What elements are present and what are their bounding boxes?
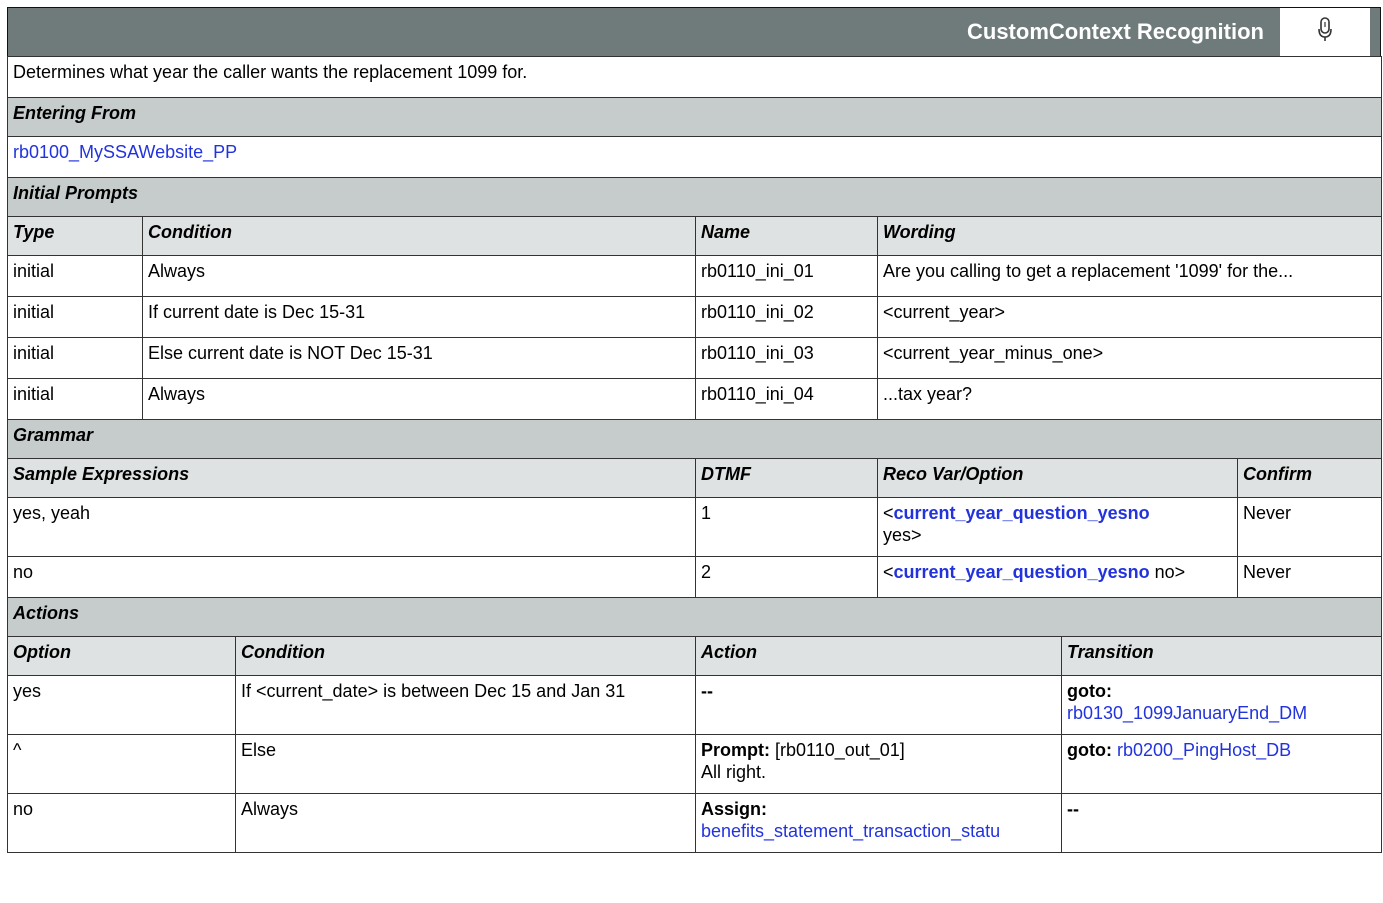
- reco-var-open: <: [883, 562, 894, 582]
- prompt-condition: Always: [142, 255, 696, 297]
- spec-page: CustomContext Recognition Determines wha…: [0, 0, 1383, 903]
- col-header-name: Name: [695, 216, 878, 256]
- spec-table: Determines what year the caller wants th…: [6, 56, 1383, 853]
- action-row: ^ Else Prompt: [rb0110_out_01] All right.…: [7, 734, 1383, 794]
- col-header-type: Type: [7, 216, 143, 256]
- action-text-2: All right.: [701, 762, 767, 782]
- prompt-type: initial: [7, 378, 143, 420]
- col-header-confirm: Confirm: [1236, 458, 1383, 498]
- prompt-condition: Always: [142, 378, 696, 420]
- section-entering-from: Entering From: [6, 97, 1383, 137]
- grammar-dtmf: 1: [695, 497, 878, 557]
- transition-label: goto:: [1067, 681, 1112, 701]
- prompt-wording: ...tax year?: [876, 378, 1383, 420]
- icon-box: [1280, 8, 1370, 56]
- grammar-row: no 2 <current_year_question_yesno no> Ne…: [7, 556, 1383, 598]
- grammar-expression: yes, yeah: [7, 497, 696, 557]
- action-condition: Always: [235, 793, 696, 853]
- grammar-expression: no: [7, 556, 696, 598]
- col-header-reco-var: Reco Var/Option: [877, 458, 1238, 498]
- prompt-type: initial: [7, 255, 143, 297]
- grammar-reco-var: <current_year_question_yesno yes>: [877, 497, 1238, 557]
- reco-var-open: <: [883, 503, 894, 523]
- page-title: CustomContext Recognition: [967, 19, 1264, 44]
- col-header-dtmf: DTMF: [695, 458, 878, 498]
- action-option: no: [7, 793, 236, 853]
- prompt-name: rb0110_ini_03: [695, 337, 878, 379]
- prompt-condition: If current date is Dec 15-31: [142, 296, 696, 338]
- action-label: Assign:: [701, 799, 768, 819]
- transition-cell: goto: rb0200_PingHost_DB: [1060, 734, 1383, 794]
- action-condition: If <current_date> is between Dec 15 and …: [235, 675, 696, 735]
- col-header-condition: Condition: [142, 216, 696, 256]
- action-cell: Assign: benefits_statement_transaction_st…: [695, 793, 1062, 853]
- action-row: yes If <current_date> is between Dec 15 …: [7, 675, 1383, 735]
- prompt-type: initial: [7, 337, 143, 379]
- prompt-condition: Else current date is NOT Dec 15-31: [142, 337, 696, 379]
- grammar-row: yes, yeah 1 <current_year_question_yesno…: [7, 497, 1383, 557]
- prompt-row: initial Always rb0110_ini_01 Are you cal…: [7, 255, 1383, 297]
- microphone-icon: [1317, 16, 1333, 48]
- grammar-confirm: Never: [1236, 556, 1383, 598]
- reco-var-link[interactable]: current_year_question_yesno: [894, 562, 1150, 582]
- prompt-wording: <current_year>: [876, 296, 1383, 338]
- col-header-transition: Transition: [1060, 636, 1383, 676]
- transition-cell: goto: rb0130_1099JanuaryEnd_DM: [1060, 675, 1383, 735]
- action-cell: --: [695, 675, 1062, 735]
- col-header-action: Action: [695, 636, 1062, 676]
- transition-label: goto:: [1067, 740, 1112, 760]
- section-initial-prompts: Initial Prompts: [6, 177, 1383, 217]
- grammar-dtmf: 2: [695, 556, 878, 598]
- transition-cell: --: [1060, 793, 1383, 853]
- reco-var-value: no>: [1154, 562, 1186, 582]
- transition-link[interactable]: rb0200_PingHost_DB: [1117, 740, 1291, 760]
- section-actions: Actions: [6, 597, 1383, 637]
- prompt-name: rb0110_ini_02: [695, 296, 878, 338]
- prompt-row: initial Else current date is NOT Dec 15-…: [7, 337, 1383, 379]
- prompt-row: initial If current date is Dec 15-31 rb0…: [7, 296, 1383, 338]
- action-label: Prompt:: [701, 740, 770, 760]
- action-cell: Prompt: [rb0110_out_01] All right.: [695, 734, 1062, 794]
- prompt-name: rb0110_ini_04: [695, 378, 878, 420]
- prompt-wording: Are you calling to get a replacement '10…: [876, 255, 1383, 297]
- col-header-sample-expressions: Sample Expressions: [7, 458, 696, 498]
- action-option: yes: [7, 675, 236, 735]
- header-bar: CustomContext Recognition: [7, 7, 1381, 57]
- action-condition: Else: [235, 734, 696, 794]
- state-description: Determines what year the caller wants th…: [6, 56, 1383, 98]
- entering-from-link[interactable]: rb0100_MySSAWebsite_PP: [13, 142, 237, 162]
- prompt-wording: <current_year_minus_one>: [876, 337, 1383, 379]
- col-header-action-condition: Condition: [235, 636, 696, 676]
- col-header-wording: Wording: [876, 216, 1383, 256]
- transition-link[interactable]: rb0130_1099JanuaryEnd_DM: [1067, 703, 1307, 723]
- reco-var-link[interactable]: current_year_question_yesno: [894, 503, 1150, 523]
- prompt-type: initial: [7, 296, 143, 338]
- grammar-confirm: Never: [1236, 497, 1383, 557]
- section-grammar: Grammar: [6, 419, 1383, 459]
- grammar-reco-var: <current_year_question_yesno no>: [877, 556, 1238, 598]
- action-text: --: [701, 681, 713, 701]
- prompt-name: rb0110_ini_01: [695, 255, 878, 297]
- transition-text: --: [1067, 799, 1079, 819]
- action-link[interactable]: benefits_statement_transaction_statu: [701, 821, 1000, 841]
- action-row: no Always Assign: benefits_statement_tran…: [7, 793, 1383, 853]
- prompt-row: initial Always rb0110_ini_04 ...tax year…: [7, 378, 1383, 420]
- action-text: [rb0110_out_01]: [775, 740, 905, 760]
- reco-var-value: yes>: [883, 525, 922, 545]
- col-header-option: Option: [7, 636, 236, 676]
- action-option: ^: [7, 734, 236, 794]
